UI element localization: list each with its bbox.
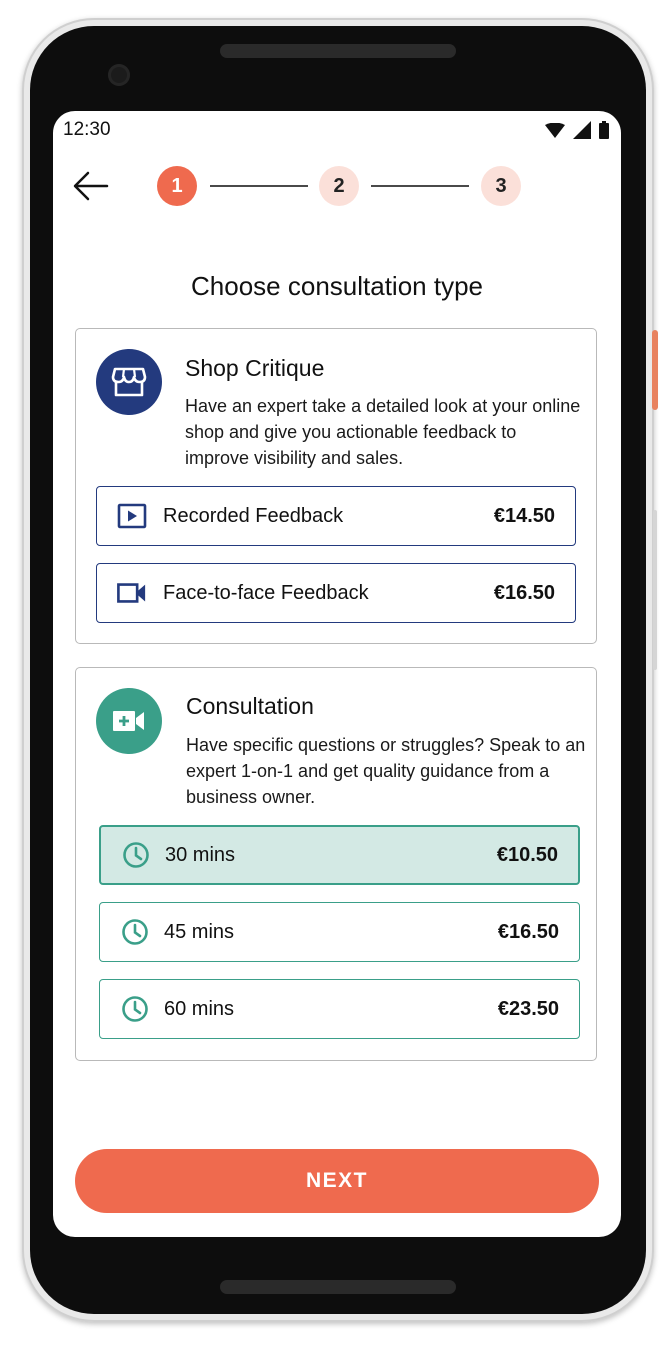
duration-option-30[interactable]: 30 mins €10.50 <box>99 825 580 885</box>
option-price: €14.50 <box>493 504 555 527</box>
shop-critique-card: Shop Critique Have an expert take a deta… <box>75 328 597 644</box>
recorded-feedback-option[interactable]: Recorded Feedback €14.50 <box>96 486 576 546</box>
duration-option-60[interactable]: 60 mins €23.50 <box>99 979 580 1039</box>
shop-critique-title: Shop Critique <box>185 355 325 381</box>
option-label: Recorded Feedback <box>163 504 344 527</box>
back-arrow-icon[interactable] <box>71 166 111 206</box>
next-button[interactable]: NEXT <box>75 1149 599 1213</box>
consultation-description: Have specific questions or struggles? Sp… <box>186 735 586 807</box>
step-2-indicator: 2 <box>319 166 359 206</box>
phone-camera <box>108 64 130 86</box>
video-call-icon <box>96 688 162 754</box>
face-to-face-feedback-option[interactable]: Face-to-face Feedback €16.50 <box>96 563 576 623</box>
step-1-indicator: 1 <box>157 166 197 206</box>
play-video-icon <box>117 501 147 531</box>
step-connector <box>210 185 308 187</box>
option-label: 45 mins <box>164 920 235 943</box>
app-screen: 12:30 1 2 3 Choose consultation type Sho… <box>53 111 621 1237</box>
phone-side-button <box>652 330 658 410</box>
duration-option-45[interactable]: 45 mins €16.50 <box>99 902 580 962</box>
wifi-icon <box>545 123 565 138</box>
page-title: Choose consultation type <box>191 271 483 301</box>
clock-icon <box>120 994 150 1024</box>
phone-volume-button <box>653 510 657 670</box>
clock-icon <box>120 917 150 947</box>
signal-icon <box>573 121 591 139</box>
storefront-icon <box>96 349 162 415</box>
consultation-card: Consultation Have specific questions or … <box>75 667 597 1061</box>
option-label: 60 mins <box>164 997 235 1020</box>
phone-earpiece <box>220 44 456 58</box>
battery-icon <box>599 121 609 139</box>
shop-critique-description: Have an expert take a detailed look at y… <box>185 396 581 468</box>
option-label: Face-to-face Feedback <box>163 581 369 604</box>
option-price: €23.50 <box>497 997 559 1020</box>
option-price: €10.50 <box>496 843 558 866</box>
option-label: 30 mins <box>165 843 236 866</box>
option-price: €16.50 <box>497 920 559 943</box>
video-camera-icon <box>117 578 147 608</box>
status-time: 12:30 <box>63 119 111 140</box>
step-3-indicator: 3 <box>481 166 521 206</box>
status-icons <box>545 121 609 139</box>
consultation-title: Consultation <box>186 693 314 719</box>
phone-bottom-speaker <box>220 1280 456 1294</box>
step-connector <box>371 185 469 187</box>
option-price: €16.50 <box>493 581 555 604</box>
clock-icon <box>121 840 151 870</box>
